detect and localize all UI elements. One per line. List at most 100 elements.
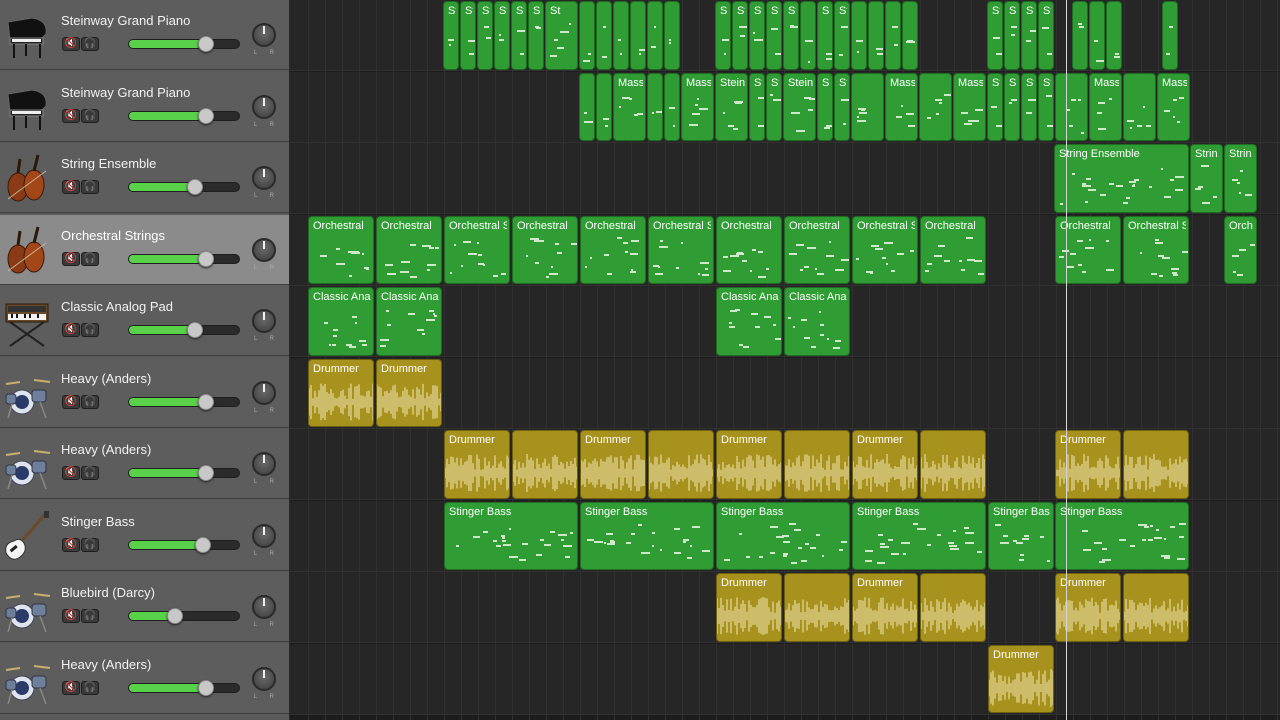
midi-region[interactable] xyxy=(1089,1,1105,70)
midi-region[interactable] xyxy=(902,1,918,70)
midi-region[interactable] xyxy=(1106,1,1122,70)
midi-region[interactable]: Classic Anal xyxy=(784,287,850,356)
midi-region[interactable]: Orchestral xyxy=(580,215,646,284)
midi-region[interactable] xyxy=(919,72,952,141)
pan-knob[interactable] xyxy=(252,166,276,190)
midi-region[interactable] xyxy=(647,72,663,141)
audio-region[interactable] xyxy=(1123,573,1189,642)
solo-headphones-button[interactable]: 🎧 xyxy=(81,323,99,337)
midi-region[interactable] xyxy=(851,1,867,70)
pan-knob[interactable] xyxy=(252,523,276,548)
track-header[interactable]: Heavy (Anders) 🔇 🎧 L R xyxy=(0,357,289,428)
midi-region[interactable]: St xyxy=(732,1,748,70)
volume-slider-handle[interactable] xyxy=(198,107,214,124)
solo-headphones-button[interactable]: 🎧 xyxy=(81,609,99,623)
track-header[interactable]: Heavy (Anders) 🔇 🎧 L R xyxy=(0,643,289,714)
mute-button[interactable]: 🔇 xyxy=(62,466,80,480)
audio-region[interactable] xyxy=(920,573,986,642)
midi-region[interactable]: Mass xyxy=(1089,72,1122,141)
midi-region[interactable] xyxy=(664,72,680,141)
solo-headphones-button[interactable]: 🎧 xyxy=(81,466,99,480)
mute-button[interactable]: 🔇 xyxy=(62,394,80,409)
track-header[interactable]: Classic Analog Pad 🔇 🎧 L R xyxy=(0,286,289,356)
mute-button[interactable]: 🔇 xyxy=(62,251,80,266)
audio-region[interactable]: Drummer xyxy=(1055,573,1121,642)
track-header[interactable]: Steinway Grand Piano 🔇 🎧 L R xyxy=(0,0,289,70)
midi-region[interactable]: St xyxy=(834,72,850,141)
midi-region[interactable]: Strin xyxy=(1224,144,1257,213)
midi-region[interactable]: St xyxy=(766,72,782,141)
volume-slider-handle[interactable] xyxy=(198,465,214,481)
midi-region[interactable]: Stinger Bass xyxy=(444,501,578,570)
midi-region[interactable]: S xyxy=(528,1,544,70)
midi-region[interactable] xyxy=(1072,1,1088,70)
audio-region[interactable]: Drummer xyxy=(716,430,782,499)
pan-knob[interactable] xyxy=(252,666,276,691)
volume-slider[interactable] xyxy=(128,182,240,192)
midi-region[interactable]: Mass xyxy=(613,72,646,141)
midi-region[interactable]: Mass xyxy=(953,72,986,141)
midi-region[interactable]: Orchestral S xyxy=(852,215,918,284)
track-header[interactable]: Stinger Bass 🔇 🎧 L R xyxy=(0,500,289,571)
midi-region[interactable] xyxy=(579,1,595,70)
mute-button[interactable]: 🔇 xyxy=(62,108,80,123)
volume-slider[interactable] xyxy=(128,396,240,407)
midi-region[interactable]: Stein xyxy=(715,72,748,141)
midi-region[interactable]: Mass xyxy=(1157,72,1190,141)
pan-knob[interactable] xyxy=(252,94,276,119)
midi-region[interactable]: Orch xyxy=(1224,215,1257,284)
midi-region[interactable] xyxy=(630,1,646,70)
volume-slider[interactable] xyxy=(128,611,240,621)
midi-region[interactable]: Orchestral S xyxy=(444,215,510,284)
solo-headphones-button[interactable]: 🎧 xyxy=(81,394,99,409)
midi-region[interactable]: St xyxy=(783,1,799,70)
volume-slider-handle[interactable] xyxy=(187,179,203,195)
midi-region[interactable]: Stein xyxy=(783,72,816,141)
midi-region[interactable] xyxy=(1162,1,1178,70)
midi-region[interactable]: Stinger Bass xyxy=(716,501,850,570)
volume-slider-handle[interactable] xyxy=(198,250,214,267)
midi-region[interactable]: St xyxy=(1021,72,1037,141)
midi-region[interactable] xyxy=(868,1,884,70)
audio-region[interactable]: Drummer xyxy=(580,430,646,499)
midi-region[interactable]: St xyxy=(460,1,476,70)
track-header[interactable]: Heavy (Anders) 🔇 🎧 L R xyxy=(0,429,289,499)
volume-slider[interactable] xyxy=(128,39,240,49)
midi-region[interactable] xyxy=(851,72,884,141)
playhead[interactable] xyxy=(1066,0,1067,720)
volume-slider[interactable] xyxy=(128,253,240,264)
midi-region[interactable]: Orchestral xyxy=(784,215,850,284)
pan-knob[interactable] xyxy=(252,237,276,262)
midi-region[interactable]: St xyxy=(494,1,510,70)
solo-headphones-button[interactable]: 🎧 xyxy=(81,537,99,552)
midi-region[interactable]: Stinger Bass xyxy=(852,501,986,570)
audio-region[interactable]: Drummer xyxy=(376,358,442,427)
midi-region[interactable]: St xyxy=(511,1,527,70)
midi-region[interactable]: St xyxy=(1038,72,1054,141)
midi-region[interactable]: S xyxy=(817,1,833,70)
midi-region[interactable]: String Ensemble xyxy=(1054,144,1189,213)
midi-region[interactable]: Mass xyxy=(681,72,714,141)
midi-region[interactable] xyxy=(885,1,901,70)
midi-region[interactable] xyxy=(1055,72,1088,141)
midi-region[interactable]: St xyxy=(545,1,578,70)
midi-region[interactable]: St xyxy=(987,1,1003,70)
solo-headphones-button[interactable]: 🎧 xyxy=(81,180,99,194)
midi-region[interactable]: St xyxy=(1021,1,1037,70)
midi-region[interactable] xyxy=(664,1,680,70)
pan-knob[interactable] xyxy=(252,595,276,619)
midi-region[interactable]: Classic Anal xyxy=(716,287,782,356)
volume-slider[interactable] xyxy=(128,325,240,335)
midi-region[interactable]: Strin xyxy=(1190,144,1223,213)
volume-slider[interactable] xyxy=(128,110,240,121)
audio-region[interactable]: Drummer xyxy=(852,573,918,642)
solo-headphones-button[interactable]: 🎧 xyxy=(81,251,99,266)
midi-region[interactable]: Stinger Bass xyxy=(580,501,714,570)
mute-button[interactable]: 🔇 xyxy=(62,680,80,695)
midi-region[interactable]: Mass xyxy=(885,72,918,141)
midi-region[interactable]: Classic Anal xyxy=(376,287,442,356)
midi-region[interactable]: Orchestral xyxy=(920,215,986,284)
mute-button[interactable]: 🔇 xyxy=(62,37,80,51)
midi-region[interactable]: Orchestral xyxy=(716,215,782,284)
audio-region[interactable]: Drummer xyxy=(308,358,374,427)
